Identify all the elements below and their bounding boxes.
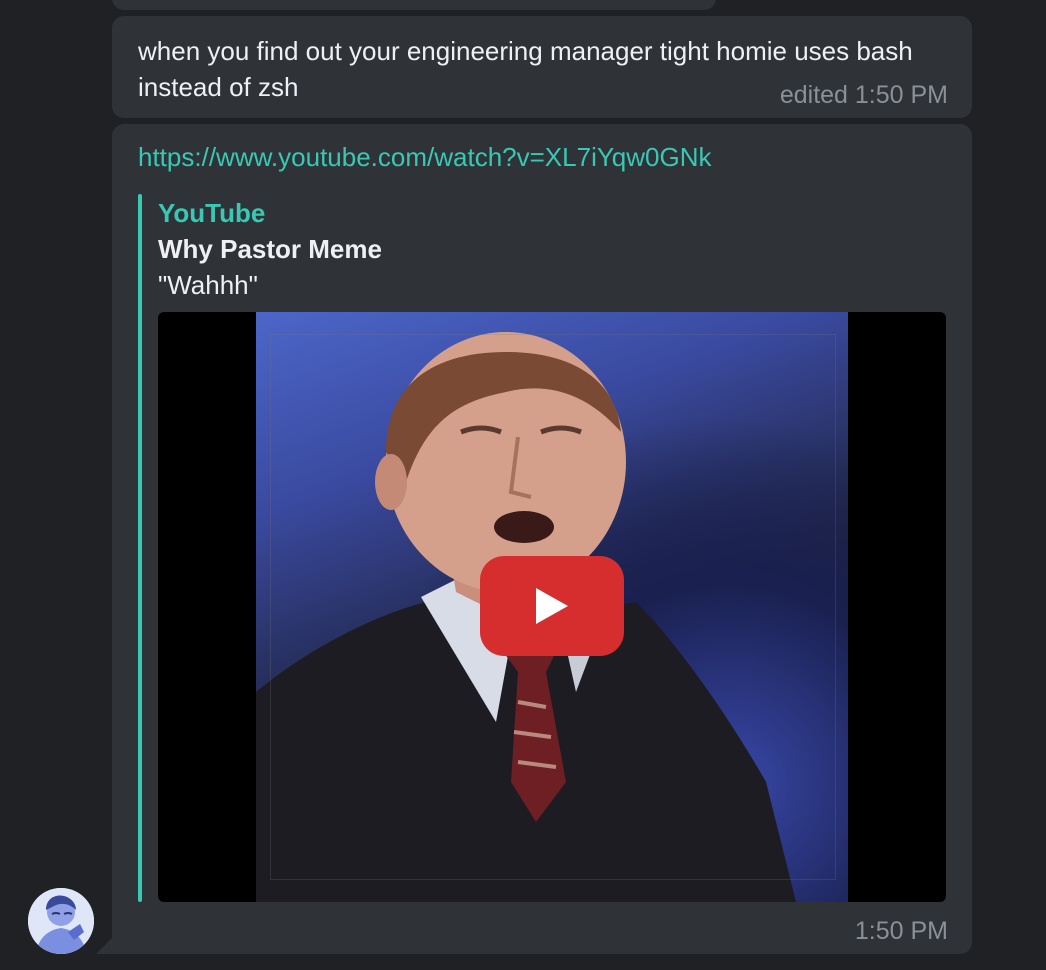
message-bubble[interactable]: when you find out your engineering manag… <box>112 16 972 118</box>
link-message-bubble[interactable]: https://www.youtube.com/watch?v=XL7iYqw0… <box>112 124 972 954</box>
message-link[interactable]: https://www.youtube.com/watch?v=XL7iYqw0… <box>138 140 712 174</box>
preview-site-name: YouTube <box>158 198 266 228</box>
chat-view: when you find out your engineering manag… <box>0 0 1046 970</box>
preview-accent-bar <box>138 194 142 902</box>
play-button[interactable] <box>480 556 624 656</box>
preview-title: Why Pastor Meme <box>158 234 382 264</box>
message-timestamp: edited 1:50 PM <box>779 81 948 109</box>
video-thumbnail[interactable] <box>158 312 946 902</box>
play-icon <box>536 588 568 624</box>
avatar-image <box>28 888 94 954</box>
avatar[interactable] <box>28 888 94 954</box>
previous-message-bubble[interactable] <box>112 0 716 10</box>
preview-description: "Wahhh" <box>158 270 258 300</box>
link-preview[interactable]: YouTube Why Pastor Meme "Wahhh" <box>138 194 946 902</box>
message-timestamp: 1:50 PM <box>854 917 948 945</box>
